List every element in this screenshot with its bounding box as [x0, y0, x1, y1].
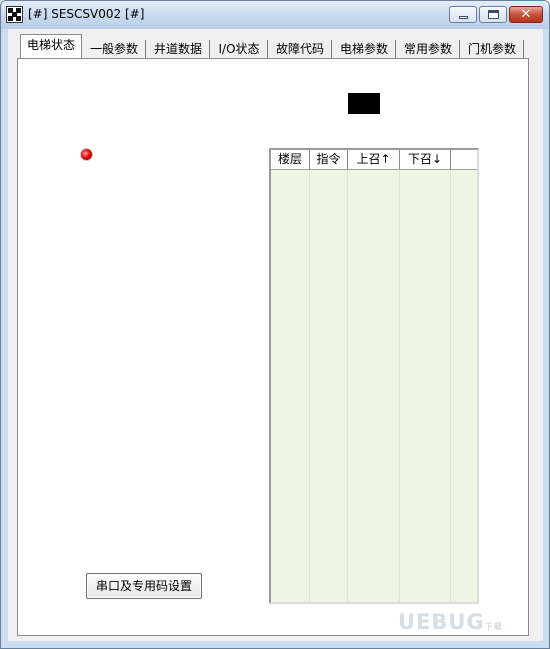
column-header-up-call[interactable]: 上召↑: [348, 150, 400, 169]
status-led-icon: [81, 149, 92, 160]
tab-io-status[interactable]: I/O状态: [211, 40, 268, 58]
minimize-icon: [459, 16, 468, 19]
tab-fault-codes[interactable]: 故障代码: [269, 40, 332, 58]
grid-line: [347, 170, 348, 602]
maximize-button[interactable]: [479, 6, 507, 23]
window-title: [#] SESCSV002 [#]: [28, 7, 145, 21]
grid-line: [399, 170, 400, 602]
column-header-down-call[interactable]: 下召↓: [400, 150, 451, 169]
close-icon: ✕: [520, 7, 532, 22]
column-header-floor[interactable]: 楼层: [271, 150, 310, 169]
grid-line: [309, 170, 310, 602]
tab-common-params[interactable]: 常用参数: [397, 40, 460, 58]
grid-line: [450, 170, 451, 602]
title-bar[interactable]: [#] SESCSV002 [#] ✕: [1, 1, 549, 29]
floor-display: [348, 93, 380, 114]
tab-door-params[interactable]: 门机参数: [461, 40, 524, 58]
column-header-command[interactable]: 指令: [310, 150, 348, 169]
port-settings-button[interactable]: 串口及专用码设置: [86, 573, 202, 599]
tab-elevator-params[interactable]: 电梯参数: [333, 40, 396, 58]
app-icon: [6, 6, 23, 23]
floor-call-list[interactable]: 楼层 指令 上召↑ 下召↓: [269, 148, 479, 604]
tab-elevator-status[interactable]: 电梯状态: [20, 34, 82, 58]
watermark-logo: UEBUG下载: [398, 610, 503, 634]
close-button[interactable]: ✕: [509, 6, 543, 23]
tab-shaft-data[interactable]: 井道数据: [147, 40, 210, 58]
list-header: 楼层 指令 上召↑ 下召↓: [271, 150, 477, 170]
tab-general-params[interactable]: 一般参数: [83, 40, 146, 58]
minimize-button[interactable]: [449, 6, 477, 23]
maximize-icon: [488, 10, 499, 19]
